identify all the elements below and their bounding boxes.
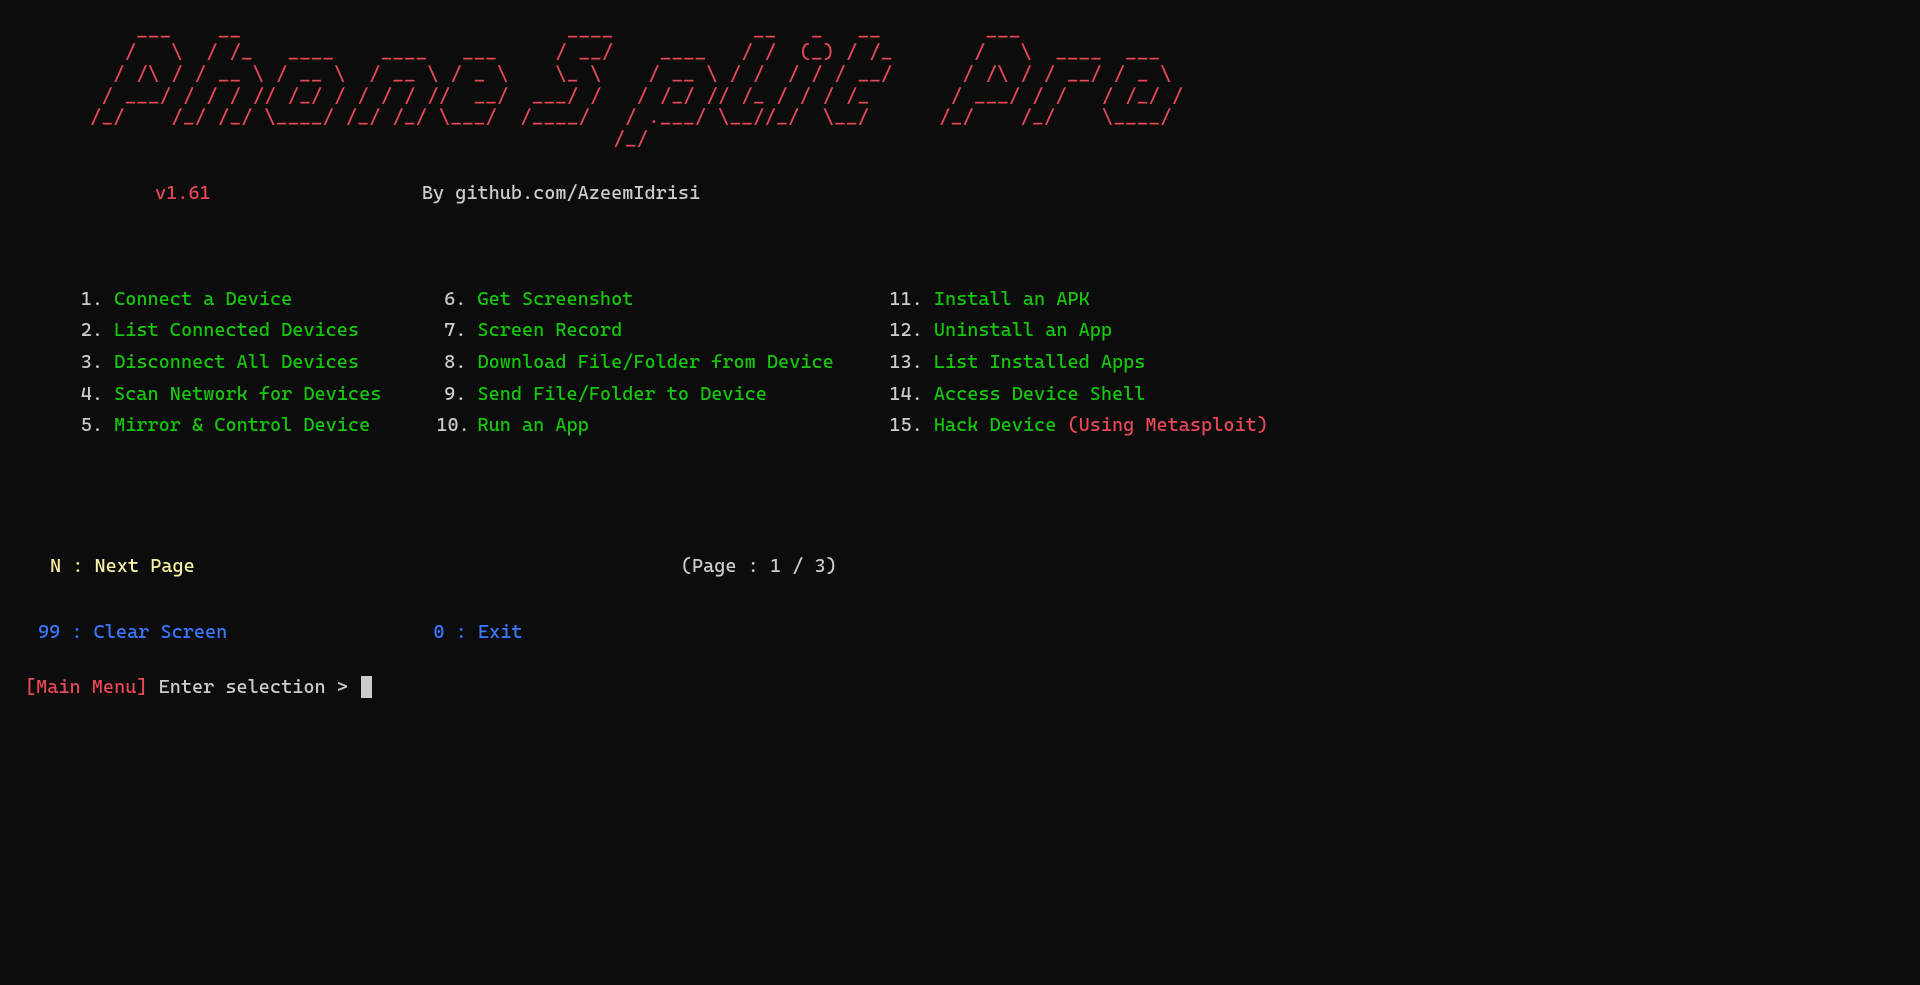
item-label: Install an APK bbox=[934, 288, 1090, 310]
item-label: Scan Network for Devices bbox=[114, 383, 381, 405]
item-number: 1. bbox=[75, 287, 103, 313]
item-label: Mirror & Control Device bbox=[114, 414, 370, 436]
menu-item-mirror-control[interactable]: 5. Mirror & Control Device bbox=[75, 413, 381, 439]
menu-item-hack-device[interactable]: 15. Hack Device (Using Metasploit) bbox=[889, 413, 1268, 439]
nav-line: N : Next Page (Page : 1 / 3) bbox=[20, 554, 1920, 580]
item-label: Uninstall an App bbox=[934, 319, 1112, 341]
item-label: Disconnect All Devices bbox=[114, 351, 359, 373]
version-line: v1.61 By github.com/AzeemIdrisi bbox=[20, 181, 1920, 207]
item-number: 9. bbox=[436, 382, 466, 408]
item-label: Send File/Folder to Device bbox=[477, 383, 766, 405]
menu-item-install-apk[interactable]: 11. Install an APK bbox=[889, 287, 1268, 313]
author-text: By github.com/AzeemIdrisi bbox=[422, 182, 700, 204]
item-label: List Installed Apps bbox=[934, 351, 1146, 373]
item-number: 13. bbox=[889, 350, 923, 376]
menu-item-uninstall-app[interactable]: 12. Uninstall an App bbox=[889, 318, 1268, 344]
item-label: Download File/Folder from Device bbox=[477, 351, 833, 373]
item-number: 10. bbox=[436, 413, 466, 439]
item-number: 15. bbox=[889, 413, 923, 439]
item-number: 3. bbox=[75, 350, 103, 376]
item-number: 12. bbox=[889, 318, 923, 344]
item-label: Connect a Device bbox=[114, 288, 292, 310]
menu-item-send-file[interactable]: 9. Send File/Folder to Device bbox=[436, 382, 833, 408]
item-label: Run an App bbox=[477, 414, 588, 436]
item-label: Screen Record bbox=[477, 319, 622, 341]
menu-item-scan-network[interactable]: 4. Scan Network for Devices bbox=[75, 382, 381, 408]
menu-container: 1. Connect a Device 2. List Connected De… bbox=[20, 287, 1920, 439]
action-line: 99 : Clear Screen 0 : Exit bbox=[20, 620, 1920, 646]
cursor-icon bbox=[361, 676, 372, 698]
menu-item-screenshot[interactable]: 6. Get Screenshot bbox=[436, 287, 833, 313]
menu-column-1: 1. Connect a Device 2. List Connected De… bbox=[75, 287, 381, 439]
item-number: 6. bbox=[436, 287, 466, 313]
menu-item-download-file[interactable]: 8. Download File/Folder from Device bbox=[436, 350, 833, 376]
menu-item-device-shell[interactable]: 14. Access Device Shell bbox=[889, 382, 1268, 408]
ascii-banner: ___ __ ____ __ _ __ ___ / \ / /_ ____ __… bbox=[20, 20, 1920, 151]
version-text: v1.61 bbox=[155, 182, 211, 204]
next-page-hint[interactable]: N : Next Page bbox=[50, 555, 195, 577]
item-label: Hack Device bbox=[934, 414, 1068, 436]
menu-item-screen-record[interactable]: 7. Screen Record bbox=[436, 318, 833, 344]
page-info: (Page : 1 / 3) bbox=[681, 555, 837, 577]
item-label: Get Screenshot bbox=[477, 288, 633, 310]
item-number: 5. bbox=[75, 413, 103, 439]
menu-column-3: 11. Install an APK 12. Uninstall an App … bbox=[889, 287, 1268, 439]
clear-screen-hint[interactable]: 99 : Clear Screen bbox=[38, 621, 227, 643]
menu-item-list-apps[interactable]: 13. List Installed Apps bbox=[889, 350, 1268, 376]
prompt-menu-label: [Main Menu] bbox=[25, 676, 147, 698]
item-number: 4. bbox=[75, 382, 103, 408]
menu-item-list-connected[interactable]: 2. List Connected Devices bbox=[75, 318, 381, 344]
menu-item-run-app[interactable]: 10. Run an App bbox=[436, 413, 833, 439]
menu-column-2: 6. Get Screenshot 7. Screen Record 8. Do… bbox=[436, 287, 833, 439]
menu-item-disconnect-all[interactable]: 3. Disconnect All Devices bbox=[75, 350, 381, 376]
prompt-line[interactable]: [Main Menu] Enter selection > bbox=[20, 675, 1920, 701]
menu-item-connect-device[interactable]: 1. Connect a Device bbox=[75, 287, 381, 313]
exit-hint[interactable]: 0 : Exit bbox=[433, 621, 522, 643]
item-number: 2. bbox=[75, 318, 103, 344]
item-extra: (Using Metasploit) bbox=[1067, 414, 1267, 436]
item-number: 11. bbox=[889, 287, 923, 313]
item-number: 8. bbox=[436, 350, 466, 376]
prompt-text: Enter selection > bbox=[147, 676, 359, 698]
item-label: Access Device Shell bbox=[934, 383, 1146, 405]
item-number: 7. bbox=[436, 318, 466, 344]
item-number: 14. bbox=[889, 382, 923, 408]
item-label: List Connected Devices bbox=[114, 319, 359, 341]
